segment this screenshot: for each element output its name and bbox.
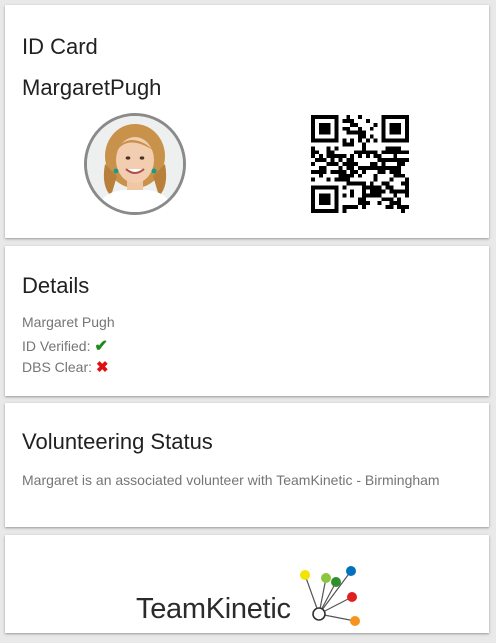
logo-card: TeamKinetic xyxy=(5,535,489,633)
dbs-clear-label: DBS Clear: xyxy=(22,359,93,375)
id-verified-row: ID Verified: ✔ xyxy=(22,336,108,356)
logo-text: TeamKinetic xyxy=(136,593,291,625)
id-card: ID Card MargaretPugh xyxy=(5,5,489,238)
volunteering-status-card: Volunteering Status Margaret is an assoc… xyxy=(5,403,489,527)
details-card: Details Margaret Pugh ID Verified: ✔ DBS… xyxy=(5,246,489,396)
volunteering-status-text: Margaret is an associated volunteer with… xyxy=(22,472,440,488)
checkmark-icon: ✔ xyxy=(94,338,108,355)
cross-icon: ✖ xyxy=(96,359,109,376)
avatar xyxy=(84,113,186,215)
profile-photo xyxy=(87,116,183,212)
volunteering-status-title: Volunteering Status xyxy=(22,429,213,454)
id-card-title: ID Card xyxy=(22,34,98,59)
dbs-clear-row: DBS Clear: ✖ xyxy=(22,358,109,376)
qr-code-icon xyxy=(311,115,409,213)
card-holder-name: MargaretPugh xyxy=(22,75,162,100)
volunteer-name: Margaret Pugh xyxy=(22,314,115,330)
id-verified-label: ID Verified: xyxy=(22,338,91,354)
details-title: Details xyxy=(22,273,90,298)
volunteer-name-text: Margaret Pugh xyxy=(22,314,115,330)
